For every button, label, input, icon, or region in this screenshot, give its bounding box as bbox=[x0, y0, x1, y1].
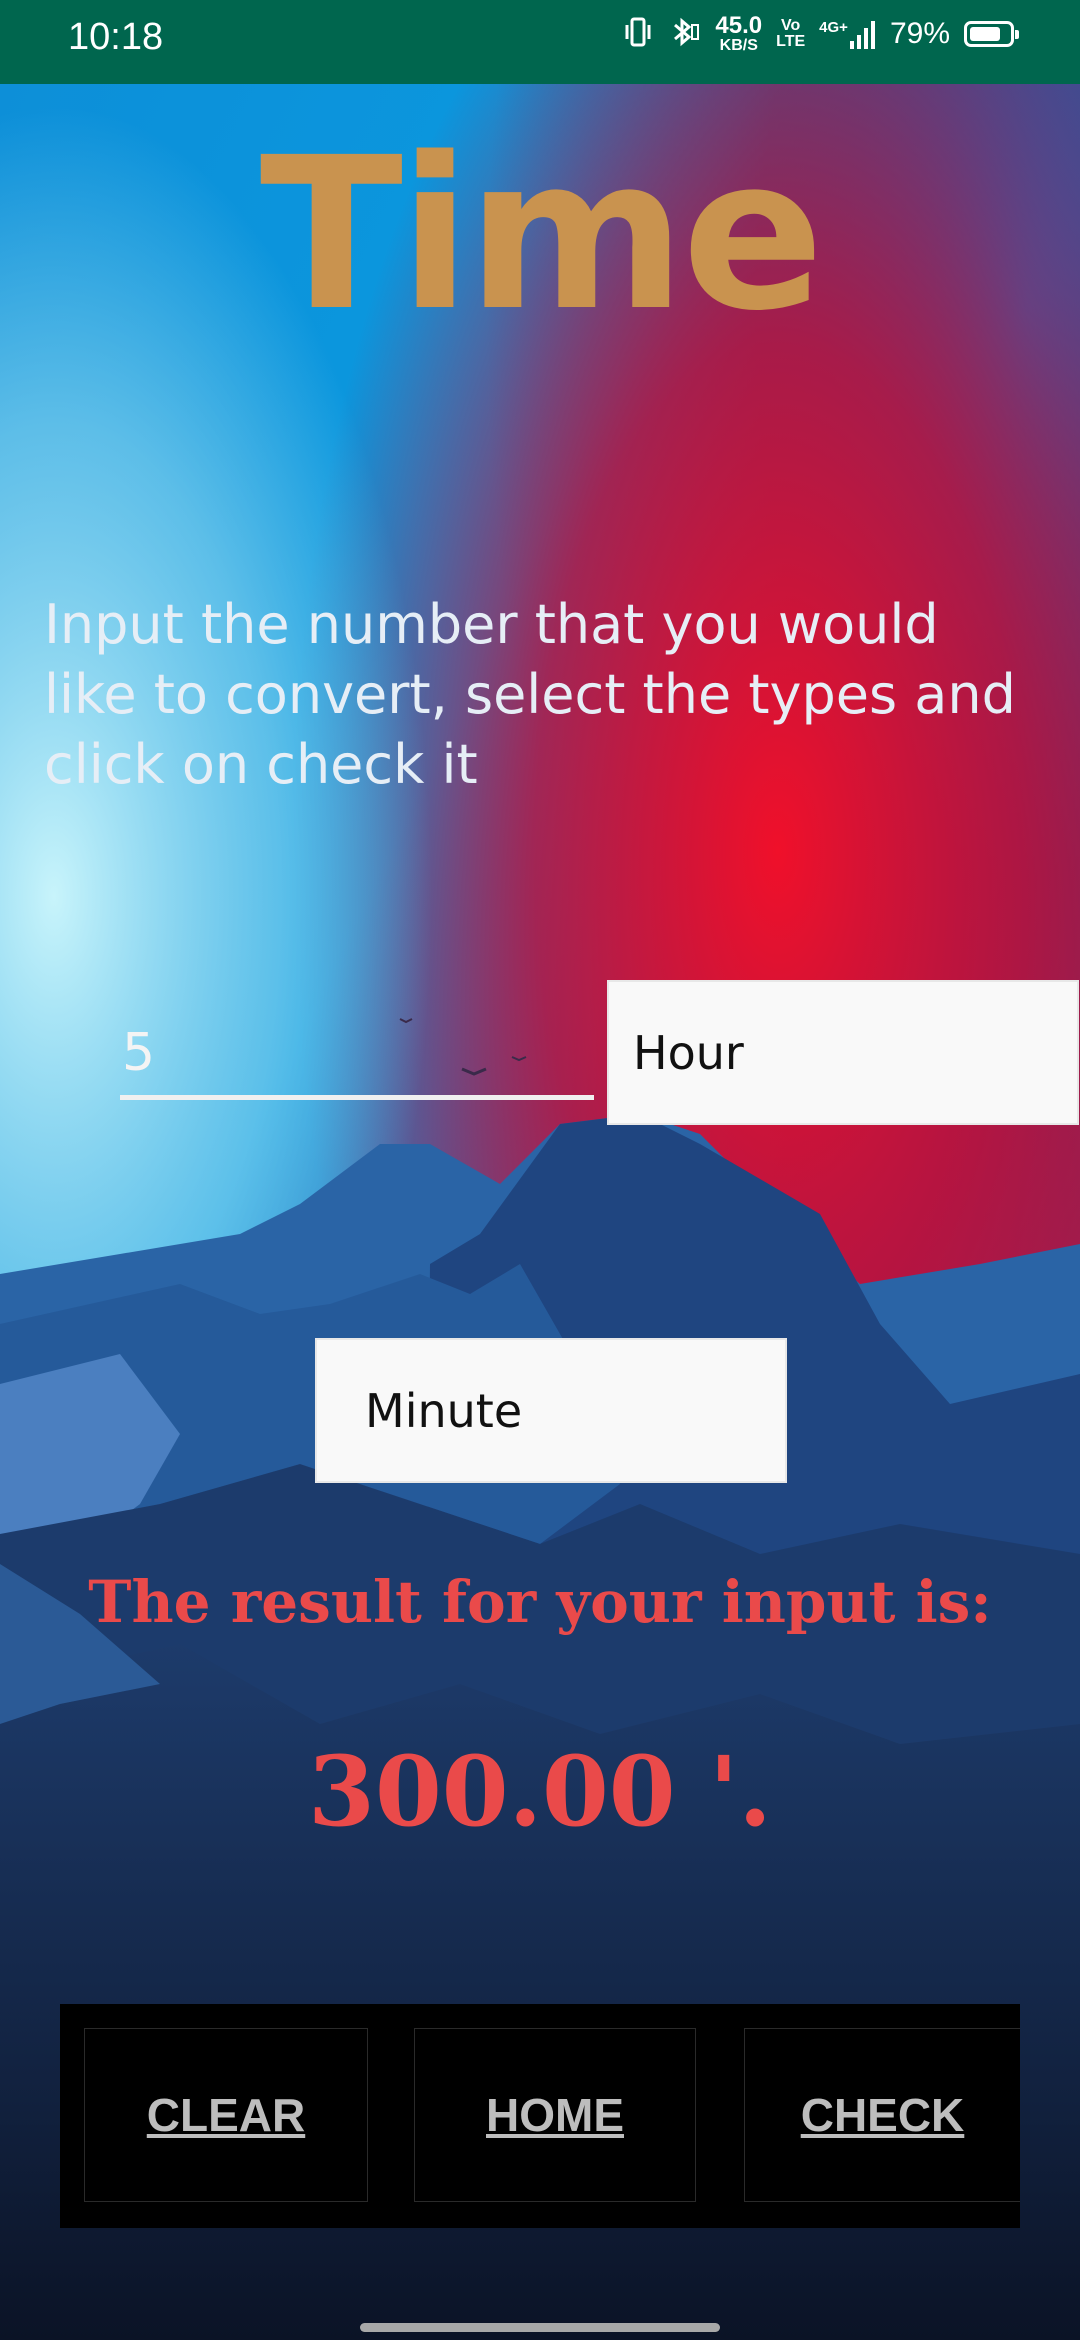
status-icons: 45.0 KB/S Vo LTE 4G+ 79% bbox=[623, 14, 1019, 54]
home-button[interactable]: HOME bbox=[414, 2028, 696, 2202]
network-type-label: 4G+ bbox=[819, 19, 848, 36]
check-button[interactable]: CHECK bbox=[744, 2028, 1020, 2202]
button-bar: CLEAR HOME CHECK bbox=[60, 2004, 1020, 2228]
from-unit-select[interactable]: Hour bbox=[607, 980, 1079, 1125]
vibrate-icon bbox=[623, 15, 653, 54]
status-time: 10:18 bbox=[68, 16, 164, 58]
result-value: 300.00 '. bbox=[308, 1735, 772, 1848]
instructions-text: Input the number that you would like to … bbox=[44, 593, 1016, 796]
mountain-background-illustration bbox=[0, 84, 1080, 2340]
volte-indicator: Vo LTE bbox=[776, 18, 805, 50]
to-unit-value: Minute bbox=[365, 1383, 523, 1438]
status-bar: 10:18 45.0 KB/S Vo LTE 4G+ 79% bbox=[0, 0, 1080, 84]
battery-percent: 79% bbox=[889, 17, 950, 50]
network-speed: 45.0 KB/S bbox=[715, 14, 762, 54]
network-speed-unit: KB/S bbox=[719, 37, 758, 54]
result-label: The result for your input is: bbox=[88, 1568, 992, 1636]
clear-button[interactable]: CLEAR bbox=[84, 2028, 368, 2202]
signal-icon: 4G+ bbox=[819, 19, 876, 49]
battery-fill bbox=[970, 27, 1001, 41]
gesture-nav-handle[interactable] bbox=[360, 2323, 720, 2332]
volte-bottom-label: LTE bbox=[776, 33, 806, 50]
bluetooth-icon bbox=[667, 15, 701, 54]
volte-top-label: Vo bbox=[781, 17, 801, 34]
from-unit-value: Hour bbox=[633, 1025, 744, 1080]
screen: 10:18 45.0 KB/S Vo LTE 4G+ 79% Time Inpu… bbox=[0, 0, 1080, 2340]
page-title: Time bbox=[259, 112, 824, 357]
network-speed-value: 45.0 bbox=[715, 12, 763, 39]
to-unit-select[interactable]: Minute bbox=[315, 1338, 787, 1483]
number-input[interactable] bbox=[120, 1010, 594, 1100]
battery-icon bbox=[964, 21, 1019, 47]
